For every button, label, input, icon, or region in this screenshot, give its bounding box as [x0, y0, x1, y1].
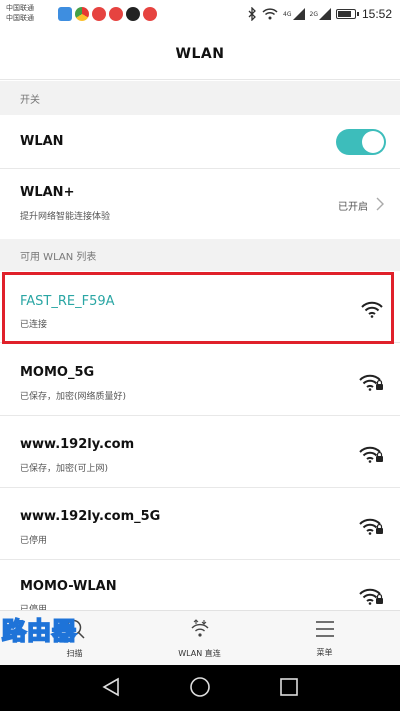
weibo-icon [143, 7, 157, 21]
status-bar: 中国联通 中国联通 4G 2G 15:52 [0, 0, 400, 28]
wlan-toggle-label: WLAN [20, 134, 64, 149]
signal-icon [292, 8, 305, 20]
wifi-locked-icon [358, 373, 384, 395]
signal-2g: 2G [310, 8, 331, 20]
menu-icon [314, 619, 336, 643]
wifi-locked-icon [358, 445, 384, 467]
weibo-icon [109, 7, 123, 21]
signal-icon [318, 8, 331, 20]
back-button[interactable] [100, 676, 122, 702]
network-ssid: MOMO_5G [20, 365, 95, 380]
network-status: 已保存，加密(网络质量好) [20, 392, 127, 402]
signal-4g: 4G [283, 8, 305, 20]
recents-square-icon [280, 678, 298, 696]
wifi-locked-icon [358, 517, 384, 539]
scan-label: 扫描 [66, 649, 83, 658]
section-header-switch: 开关 [0, 81, 400, 115]
title-bar: WLAN [0, 28, 400, 80]
section-header-list: 可用 WLAN 列表 [0, 239, 400, 271]
message-icon [58, 7, 72, 21]
carrier-1: 中国联通 [6, 4, 34, 12]
network-ssid: www.192ly.com [20, 437, 135, 452]
section-header-label: 开关 [20, 94, 40, 106]
network-ssid: www.192ly.com_5G [20, 509, 161, 524]
recents-button[interactable] [278, 676, 300, 702]
carrier-info: 中国联通 中国联通 [6, 3, 34, 23]
page-title: WLAN [175, 45, 225, 62]
system-nav-bar [0, 665, 400, 711]
wlan-plus-sublabel: 提升网络智能连接体验 [20, 212, 111, 222]
home-button[interactable] [189, 676, 211, 702]
chevron-right-icon [376, 196, 384, 215]
network-status: 已连接 [20, 320, 48, 330]
wifi-locked-icon [358, 587, 384, 609]
wlan-direct-button[interactable]: WLAN 直连 [133, 611, 266, 666]
network-ssid: MOMO-WLAN [20, 579, 117, 594]
wlan-plus-row[interactable]: WLAN+ 提升网络智能连接体验 已开启 [0, 169, 400, 239]
network-type-top: 4G [283, 10, 292, 18]
network-type-bottom: 2G [309, 10, 318, 18]
wlan-plus-value: 已开启 [338, 202, 368, 213]
wifi-network-row[interactable]: www.192ly.com_5G 已停用 [0, 488, 400, 560]
notification-icons [58, 7, 160, 21]
wifi-network-row[interactable]: FAST_RE_F59A 已连接 [0, 273, 400, 343]
network-ssid: FAST_RE_F59A [20, 294, 115, 309]
qq-icon [126, 7, 140, 21]
toggle-knob [362, 131, 384, 153]
wifi-status-icon [262, 8, 278, 20]
section-header-label: 可用 WLAN 列表 [20, 251, 97, 263]
watermark-logo: 路由器 [1, 616, 77, 646]
wifi-signal-icon [360, 300, 384, 322]
wifi-direct-icon [189, 618, 211, 644]
wifi-network-row[interactable]: www.192ly.com 已保存，加密(可上网) [0, 416, 400, 488]
network-status: 已保存，加密(可上网) [20, 464, 109, 474]
clock: 15:52 [361, 7, 392, 21]
weibo-icon [92, 7, 106, 21]
battery-icon [335, 9, 359, 19]
wifi-network-row[interactable]: MOMO_5G 已保存，加密(网络质量好) [0, 344, 400, 416]
menu-label: 菜单 [316, 648, 333, 657]
wlan-plus-label: WLAN+ [20, 185, 75, 200]
home-circle-icon [190, 677, 210, 697]
wlan-toggle-switch[interactable] [336, 129, 386, 155]
bluetooth-icon [248, 7, 257, 21]
menu-button[interactable]: 菜单 [258, 611, 391, 666]
wlan-toggle-row[interactable]: WLAN [0, 115, 400, 169]
wlan-direct-label: WLAN 直连 [178, 649, 221, 658]
chrome-icon [75, 7, 89, 21]
back-triangle-icon [102, 677, 119, 697]
network-status: 已停用 [20, 536, 48, 546]
status-indicators: 4G 2G 15:52 [243, 5, 392, 23]
carrier-2: 中国联通 [6, 14, 34, 22]
